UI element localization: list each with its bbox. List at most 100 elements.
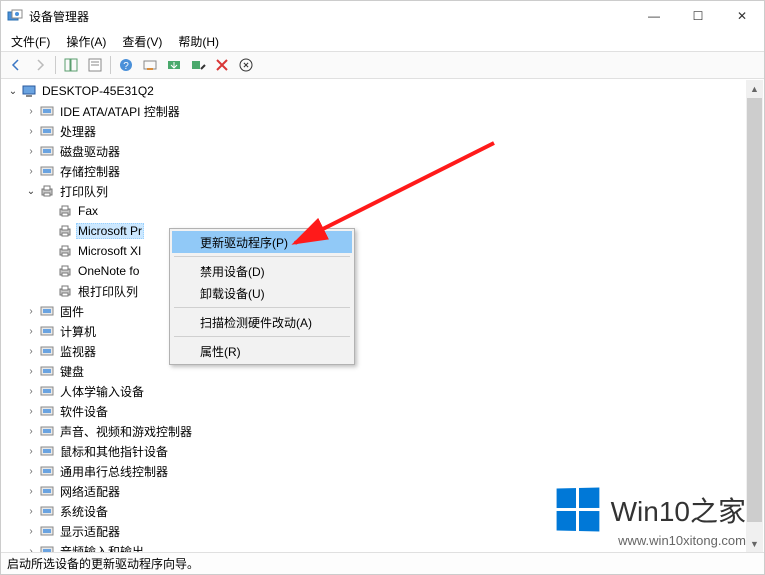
help-button[interactable]: ? bbox=[115, 54, 137, 76]
device-label: OneNote fo bbox=[76, 263, 141, 279]
printer-icon bbox=[57, 243, 73, 259]
computer-icon bbox=[21, 83, 37, 99]
svg-text:?: ? bbox=[123, 61, 129, 72]
context-menu: 更新驱动程序(P) 禁用设备(D)卸载设备(U) 扫描检测硬件改动(A) 属性(R) bbox=[169, 228, 355, 365]
vertical-scrollbar[interactable]: ▲ ▼ bbox=[746, 80, 763, 552]
category-icon bbox=[39, 323, 55, 339]
maximize-button[interactable]: ☐ bbox=[676, 1, 720, 31]
category-label: 声音、视频和游戏控制器 bbox=[58, 422, 194, 441]
forward-button[interactable] bbox=[29, 54, 51, 76]
category-item[interactable]: ›监视器 bbox=[5, 341, 746, 361]
menu-action[interactable]: 操作(A) bbox=[60, 31, 112, 52]
menu-help[interactable]: 帮助(H) bbox=[172, 31, 225, 52]
category-icon bbox=[39, 183, 55, 199]
category-label: 显示适配器 bbox=[58, 522, 122, 541]
category-icon bbox=[39, 363, 55, 379]
properties-button[interactable] bbox=[84, 54, 106, 76]
category-label: IDE ATA/ATAPI 控制器 bbox=[58, 102, 182, 121]
device-item[interactable]: Microsoft XI bbox=[5, 241, 746, 261]
watermark-brand: Win10之家 bbox=[611, 490, 746, 530]
category-icon bbox=[39, 443, 55, 459]
category-item[interactable]: ›软件设备 bbox=[5, 401, 746, 421]
windows-logo-icon bbox=[556, 488, 599, 532]
show-hide-tree-button[interactable] bbox=[60, 54, 82, 76]
category-label: 计算机 bbox=[58, 322, 98, 341]
menu-separator bbox=[174, 307, 350, 308]
category-icon bbox=[39, 383, 55, 399]
category-icon bbox=[39, 543, 55, 552]
watermark: Win10之家 www.win10xitong.com bbox=[556, 488, 746, 548]
scan-button[interactable] bbox=[139, 54, 161, 76]
category-item[interactable]: ›计算机 bbox=[5, 321, 746, 341]
device-item[interactable]: Fax bbox=[5, 201, 746, 221]
menu-separator bbox=[174, 336, 350, 337]
menu-view[interactable]: 查看(V) bbox=[116, 31, 168, 52]
category-icon bbox=[39, 503, 55, 519]
printer-icon bbox=[57, 203, 73, 219]
update-driver-button[interactable] bbox=[163, 54, 185, 76]
close-button[interactable]: ✕ bbox=[720, 1, 764, 31]
back-button[interactable] bbox=[5, 54, 27, 76]
printer-icon bbox=[57, 263, 73, 279]
device-label: 根打印队列 bbox=[76, 282, 140, 301]
device-item[interactable]: Microsoft Pr bbox=[5, 221, 746, 241]
category-icon bbox=[39, 423, 55, 439]
device-item[interactable]: OneNote fo bbox=[5, 261, 746, 281]
category-label: 鼠标和其他指针设备 bbox=[58, 442, 170, 461]
tree-root[interactable]: ⌄DESKTOP-45E31Q2 bbox=[5, 81, 746, 101]
category-label: 软件设备 bbox=[58, 402, 110, 421]
category-label: 系统设备 bbox=[58, 502, 110, 521]
scrollbar-thumb[interactable] bbox=[747, 98, 762, 522]
context-menu-item[interactable]: 卸载设备(U) bbox=[172, 282, 352, 304]
device-label: Microsoft XI bbox=[76, 243, 143, 259]
category-item[interactable]: ›键盘 bbox=[5, 361, 746, 381]
device-label: Microsoft Pr bbox=[76, 223, 144, 239]
category-item[interactable]: ›IDE ATA/ATAPI 控制器 bbox=[5, 101, 746, 121]
printer-icon bbox=[57, 223, 73, 239]
root-label: DESKTOP-45E31Q2 bbox=[40, 83, 156, 99]
context-menu-item[interactable]: 属性(R) bbox=[172, 340, 352, 362]
uninstall-button[interactable] bbox=[187, 54, 209, 76]
scroll-up-icon[interactable]: ▲ bbox=[746, 80, 763, 97]
category-label: 键盘 bbox=[58, 362, 86, 381]
category-icon bbox=[39, 123, 55, 139]
context-menu-item[interactable]: 扫描检测硬件改动(A) bbox=[172, 311, 352, 333]
context-menu-item[interactable]: 禁用设备(D) bbox=[172, 260, 352, 282]
enable-button[interactable] bbox=[235, 54, 257, 76]
device-label: Fax bbox=[76, 203, 100, 219]
menu-file[interactable]: 文件(F) bbox=[5, 31, 56, 52]
category-label: 监视器 bbox=[58, 342, 98, 361]
category-item[interactable]: ›人体学输入设备 bbox=[5, 381, 746, 401]
category-item[interactable]: ›磁盘驱动器 bbox=[5, 141, 746, 161]
category-item[interactable]: ›处理器 bbox=[5, 121, 746, 141]
category-label: 处理器 bbox=[58, 122, 98, 141]
device-tree[interactable]: ⌄DESKTOP-45E31Q2›IDE ATA/ATAPI 控制器›处理器›磁… bbox=[5, 81, 746, 552]
category-item[interactable]: ›鼠标和其他指针设备 bbox=[5, 441, 746, 461]
category-label: 磁盘驱动器 bbox=[58, 142, 122, 161]
context-menu-item[interactable]: 更新驱动程序(P) bbox=[172, 231, 352, 253]
window-title: 设备管理器 bbox=[29, 8, 632, 25]
category-label: 音频输入和输出 bbox=[58, 542, 146, 553]
status-text: 启动所选设备的更新驱动程序向导。 bbox=[7, 557, 199, 571]
category-item[interactable]: ›存储控制器 bbox=[5, 161, 746, 181]
minimize-button[interactable]: — bbox=[632, 1, 676, 31]
scroll-down-icon[interactable]: ▼ bbox=[746, 535, 763, 552]
statusbar: 启动所选设备的更新驱动程序向导。 bbox=[1, 552, 764, 574]
category-item[interactable]: ›固件 bbox=[5, 301, 746, 321]
category-item[interactable]: ›声音、视频和游戏控制器 bbox=[5, 421, 746, 441]
category-label: 存储控制器 bbox=[58, 162, 122, 181]
category-item[interactable]: ⌄打印队列 bbox=[5, 181, 746, 201]
category-icon bbox=[39, 483, 55, 499]
category-label: 固件 bbox=[58, 302, 86, 321]
category-icon bbox=[39, 463, 55, 479]
category-icon bbox=[39, 103, 55, 119]
titlebar: 设备管理器 — ☐ ✕ bbox=[1, 1, 764, 31]
category-item[interactable]: ›通用串行总线控制器 bbox=[5, 461, 746, 481]
category-icon bbox=[39, 143, 55, 159]
printer-icon bbox=[57, 283, 73, 299]
menubar: 文件(F) 操作(A) 查看(V) 帮助(H) bbox=[1, 31, 764, 51]
disable-button[interactable] bbox=[211, 54, 233, 76]
category-icon bbox=[39, 343, 55, 359]
category-icon bbox=[39, 303, 55, 319]
device-item[interactable]: 根打印队列 bbox=[5, 281, 746, 301]
